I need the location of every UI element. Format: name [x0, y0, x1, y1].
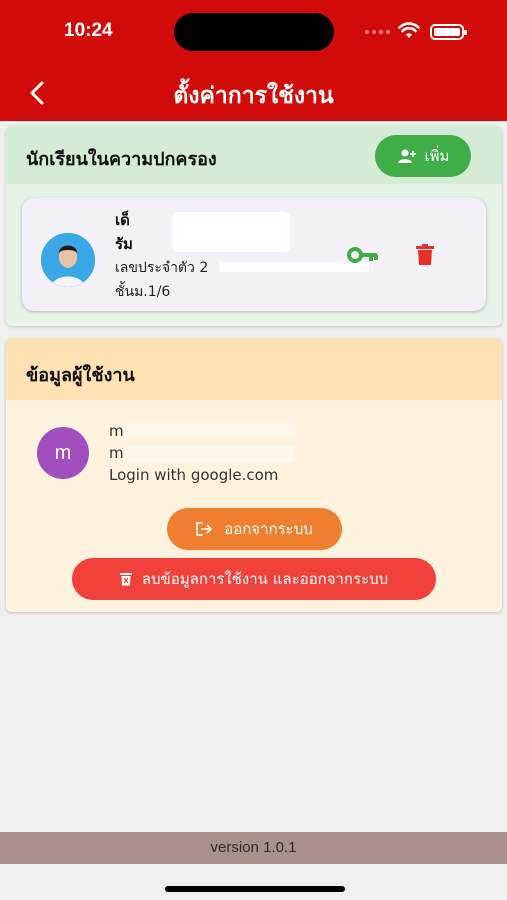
add-student-button[interactable]: เพิ่ม	[375, 135, 471, 177]
app-header: 10:24 ตั้งค่าการใช้งาน	[0, 0, 507, 121]
home-indicator[interactable]	[165, 886, 345, 892]
wifi-icon	[398, 22, 420, 38]
delete-label: ลบข้อมูลการใช้งาน และออกจากระบบ	[141, 570, 389, 588]
redaction-mask	[125, 446, 295, 462]
battery-icon	[430, 24, 467, 40]
user-info-card: ข้อมูลผู้ใช้งาน m m m Login with google.…	[6, 338, 502, 612]
student-class: ชั้นม.1/6	[115, 284, 171, 300]
login-method: Login with google.com	[109, 466, 279, 484]
logout-label: ออกจากระบบ	[224, 520, 313, 538]
dynamic-island	[174, 13, 334, 51]
status-bar: 10:24	[0, 0, 507, 62]
logout-icon	[196, 522, 213, 536]
students-card-header: นักเรียนในความปกครอง เพิ่ม	[6, 126, 502, 184]
cellular-signal-icon	[365, 30, 391, 36]
user-info: m m Login with google.com	[109, 420, 369, 486]
user-section-title: ข้อมูลผู้ใช้งาน	[26, 365, 135, 386]
logout-button[interactable]: ออกจากระบบ	[167, 508, 342, 550]
student-info: เด็ บ รัม เลขประจำตัว 2 ชั้นม.1/6	[115, 208, 369, 304]
students-card: นักเรียนในความปกครอง เพิ่ม เด็ บ รัม	[6, 126, 502, 326]
user-info-card-header: ข้อมูลผู้ใช้งาน	[6, 338, 502, 400]
person-add-icon	[397, 149, 416, 163]
trash-icon[interactable]	[416, 244, 434, 266]
version-footer: version 1.0.1	[0, 832, 507, 864]
key-icon[interactable]	[347, 246, 379, 264]
student-avatar	[41, 233, 95, 287]
delete-account-button[interactable]: ลบข้อมูลการใช้งาน และออกจากระบบ	[72, 558, 436, 600]
redaction-mask	[125, 423, 295, 437]
user-avatar: m	[37, 427, 89, 479]
students-section-title: นักเรียนในความปกครอง	[26, 149, 217, 170]
delete-icon	[119, 573, 132, 586]
page-title: ตั้งค่าการใช้งาน	[173, 83, 334, 109]
student-list-item[interactable]: เด็ บ รัม เลขประจำตัว 2 ชั้นม.1/6	[22, 198, 486, 311]
add-student-label: เพิ่ม	[424, 147, 450, 165]
status-time: 10:24	[64, 20, 113, 41]
redaction-mask	[172, 212, 290, 252]
